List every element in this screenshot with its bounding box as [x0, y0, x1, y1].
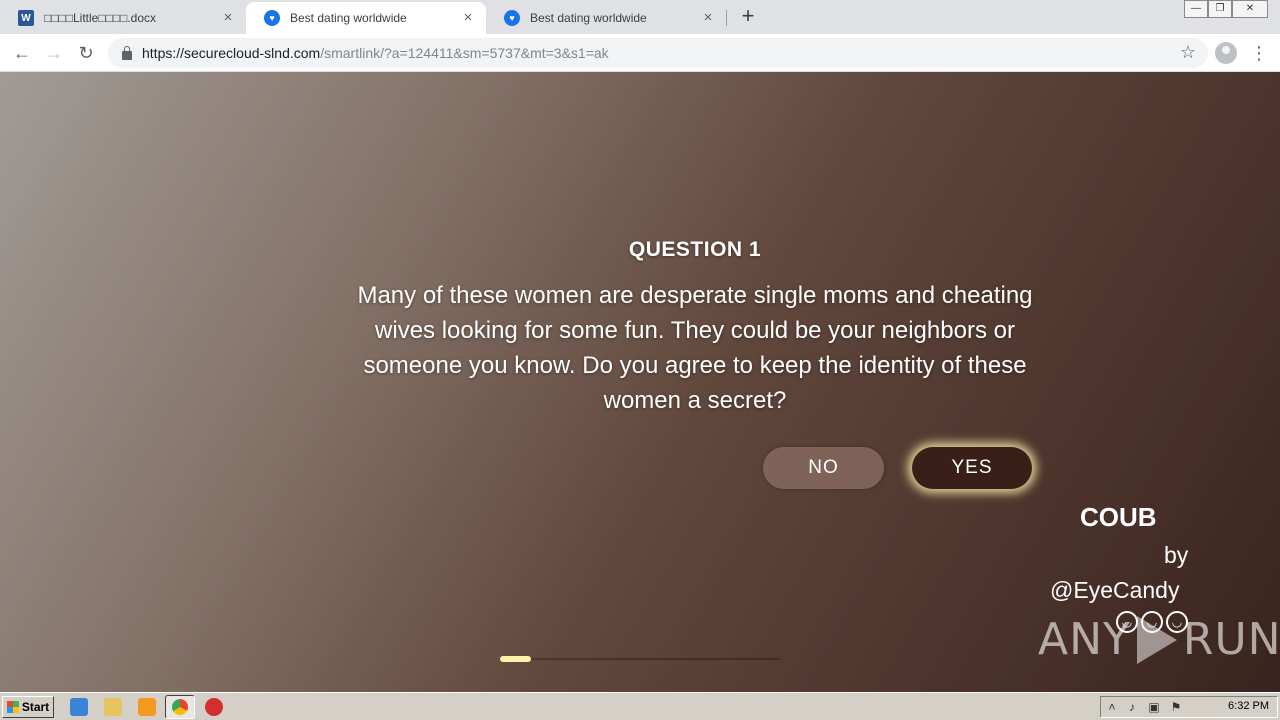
forward-button[interactable]: →	[42, 41, 66, 65]
video-progress-fill	[500, 656, 531, 662]
internet-explorer-icon[interactable]	[70, 698, 88, 716]
question-text: Many of these women are desperate single…	[357, 282, 1033, 414]
new-tab-button[interactable]: +	[737, 5, 759, 28]
tab-title: Best dating worldwide	[290, 11, 407, 25]
tab-document[interactable]: W □□□□Little□□□□.docx ×	[0, 2, 246, 34]
heart-shield-icon: ♥	[504, 10, 520, 26]
volume-icon[interactable]: ♪	[1125, 700, 1139, 714]
kebab-menu-icon[interactable]: ⋮	[1250, 43, 1268, 63]
taskbar: Start ˄ ♪ ▣ ⚑ 6:32 PM	[0, 692, 1280, 720]
tray-expand-icon[interactable]: ˄	[1105, 700, 1119, 714]
network-icon[interactable]: ▣	[1147, 700, 1161, 714]
start-button[interactable]: Start	[2, 696, 54, 718]
yes-button[interactable]: YES	[912, 447, 1032, 489]
close-icon[interactable]: ×	[220, 10, 236, 26]
tab-strip: W □□□□Little□□□□.docx × ♥ Best dating wo…	[0, 0, 1280, 34]
no-button[interactable]: NO	[763, 447, 884, 489]
flag-icon[interactable]: ⚑	[1169, 700, 1183, 714]
close-icon[interactable]: ×	[700, 10, 716, 26]
heart-shield-icon: ♥	[264, 10, 280, 26]
tab-separator	[726, 10, 727, 26]
opera-icon[interactable]	[205, 698, 223, 716]
play-icon	[1136, 615, 1177, 664]
coub-author: @EyeCandy	[1050, 577, 1180, 603]
close-icon[interactable]: ×	[460, 10, 476, 26]
profile-avatar-icon[interactable]	[1215, 42, 1237, 64]
back-button[interactable]: ←	[10, 41, 34, 65]
clock: 6:32 PM	[1228, 700, 1269, 712]
lock-icon[interactable]	[122, 45, 132, 60]
browser-toolbar: ← → ↻ https://securecloud-slnd.com/smart…	[0, 34, 1280, 72]
word-icon: W	[18, 10, 34, 26]
media-player-icon[interactable]	[138, 698, 156, 716]
anyrun-watermark: ANY RUN	[1038, 614, 1280, 665]
close-window-button[interactable]: ✕	[1232, 0, 1268, 18]
coub-logo: COUB	[1080, 502, 1157, 532]
watermark-text-left: ANY	[1038, 614, 1131, 665]
system-tray: ˄ ♪ ▣ ⚑ 6:32 PM	[1100, 696, 1278, 718]
start-label: Start	[21, 700, 50, 714]
watermark-text-right: RUN	[1182, 614, 1280, 665]
tab-title: Best dating worldwide	[530, 11, 647, 25]
windows-flag-icon	[6, 701, 19, 713]
reload-button[interactable]: ↻	[74, 41, 98, 65]
page-content: QUESTION 1 Many of these women are despe…	[0, 72, 1280, 692]
question-title: QUESTION 1	[628, 238, 762, 261]
address-bar[interactable]: https://securecloud-slnd.com/smartlink/?…	[108, 38, 1208, 68]
coub-by-text: by	[1164, 542, 1189, 568]
url-path: /smartlink/?a=124411&sm=5737&mt=3&s1=ak	[320, 45, 609, 61]
restore-button[interactable]: ❐	[1208, 0, 1232, 18]
video-progress-bar[interactable]	[500, 656, 780, 662]
chrome-taskbar-button[interactable]	[165, 695, 195, 719]
url-text[interactable]: https://securecloud-slnd.com/smartlink/?…	[142, 45, 609, 61]
url-host: https://securecloud-slnd.com	[142, 45, 321, 61]
bookmark-star-icon[interactable]: ☆	[1180, 42, 1196, 63]
tab-dating[interactable]: ♥ Best dating worldwide ×	[486, 2, 726, 34]
tab-title: □□□□Little□□□□.docx	[44, 11, 157, 25]
tab-dating-active[interactable]: ♥ Best dating worldwide ×	[246, 2, 486, 34]
minimize-button[interactable]: —	[1184, 0, 1208, 18]
folder-icon[interactable]	[104, 698, 122, 716]
chrome-icon	[172, 699, 188, 715]
